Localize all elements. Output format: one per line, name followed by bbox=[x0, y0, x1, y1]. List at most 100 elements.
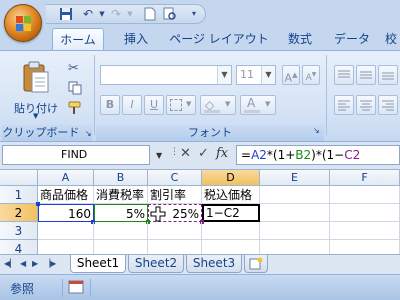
next-sheet-icon[interactable]: ▶ bbox=[32, 259, 38, 268]
align-center-icon[interactable] bbox=[356, 95, 376, 115]
column-header[interactable]: C bbox=[148, 170, 202, 186]
format-painter-icon[interactable] bbox=[67, 101, 83, 118]
sheet-tab-2[interactable]: Sheet2 bbox=[128, 255, 184, 273]
tab-review[interactable]: 校 bbox=[382, 28, 400, 50]
cell-b3[interactable] bbox=[94, 222, 148, 240]
chevron-down-icon: ▼ bbox=[265, 100, 271, 108]
redo-dropdown-icon[interactable]: ▼ bbox=[122, 7, 138, 21]
align-bottom-icon[interactable] bbox=[378, 65, 398, 85]
cell-d2-active[interactable]: 1−C2 bbox=[202, 204, 260, 222]
paste-button[interactable]: 貼り付け ▼ bbox=[8, 57, 62, 121]
cell-e1[interactable] bbox=[260, 186, 330, 204]
separator-dots-icon: ⋮ bbox=[170, 147, 179, 157]
shrink-font-icon[interactable]: A▼ bbox=[302, 65, 320, 85]
column-header[interactable]: A bbox=[38, 170, 94, 186]
font-group-label: フォント bbox=[96, 125, 324, 141]
cell-d1[interactable]: 税込価格 bbox=[202, 186, 260, 204]
ribbon: 貼り付け ▼ ✂ クリップボード ↘ ▼ 11 ▼ A▲ A▼ B I U ▼ … bbox=[0, 50, 400, 142]
range-handle-a2[interactable] bbox=[36, 202, 40, 206]
bold-button[interactable]: B bbox=[100, 95, 120, 115]
cell-e2[interactable] bbox=[260, 204, 330, 222]
sheet-tab-3[interactable]: Sheet3 bbox=[186, 255, 242, 273]
cancel-icon[interactable]: ✕ bbox=[180, 146, 191, 161]
align-left-icon[interactable] bbox=[334, 95, 354, 115]
fill-color-swatch bbox=[204, 110, 220, 113]
status-separator bbox=[62, 279, 63, 297]
cell-f3[interactable] bbox=[330, 222, 400, 240]
office-button[interactable] bbox=[4, 4, 42, 42]
new-document-icon[interactable] bbox=[142, 7, 158, 21]
prev-sheet-icon[interactable]: ◀ bbox=[20, 259, 26, 268]
sheet-tab-1[interactable]: Sheet1 bbox=[70, 255, 126, 273]
formula-part: )*(1− bbox=[311, 148, 345, 162]
cell-e3[interactable] bbox=[260, 222, 330, 240]
tab-data[interactable]: データ bbox=[330, 28, 374, 50]
cell-a2[interactable]: 160 bbox=[38, 204, 94, 222]
office-logo-icon bbox=[16, 16, 32, 32]
font-color-button[interactable]: A ▼ bbox=[240, 95, 276, 115]
cell-a3[interactable] bbox=[38, 222, 94, 240]
paste-dropdown-icon: ▼ bbox=[33, 112, 39, 120]
cell-c1[interactable]: 割引率 bbox=[148, 186, 202, 204]
macro-record-icon[interactable] bbox=[68, 280, 84, 297]
cut-icon[interactable]: ✂ bbox=[68, 61, 79, 76]
align-top-icon[interactable] bbox=[334, 65, 354, 85]
cell-c3[interactable] bbox=[148, 222, 202, 240]
cell-b2[interactable]: 5% bbox=[94, 204, 148, 222]
grow-font-icon[interactable]: A▲ bbox=[282, 65, 300, 85]
fill-color-button[interactable]: ◇ ▼ bbox=[200, 95, 236, 115]
row-header[interactable]: 3 bbox=[0, 222, 38, 240]
cell-f2[interactable] bbox=[330, 204, 400, 222]
font-color-icon: A bbox=[247, 96, 256, 110]
status-separator bbox=[90, 279, 91, 297]
chevron-down-icon[interactable]: ▼ bbox=[217, 66, 231, 84]
borders-button[interactable]: ▼ bbox=[166, 95, 196, 115]
row-header[interactable]: 2 bbox=[0, 204, 38, 222]
copy-icon[interactable] bbox=[68, 81, 82, 98]
status-bar: 参照 bbox=[0, 274, 400, 300]
formula-input[interactable]: =A2*(1+B2)*(1−C2 bbox=[236, 145, 400, 165]
column-header[interactable]: E bbox=[260, 170, 330, 186]
insert-sheet-button[interactable] bbox=[244, 255, 268, 273]
column-header[interactable]: B bbox=[94, 170, 148, 186]
row-header[interactable]: 1 bbox=[0, 186, 38, 204]
formula-ref-b2: B2 bbox=[295, 148, 312, 162]
underline-button[interactable]: U bbox=[144, 95, 164, 115]
cell-f1[interactable] bbox=[330, 186, 400, 204]
worksheet-grid[interactable]: A B C D E F 1 2 3 4 商品価格 消費税率 割引率 税込価格 1… bbox=[0, 170, 400, 258]
insert-function-icon[interactable]: fx bbox=[216, 146, 228, 161]
print-preview-icon[interactable] bbox=[162, 7, 178, 21]
customize-qat-icon[interactable]: ▾ bbox=[186, 7, 202, 21]
clipboard-icon bbox=[22, 60, 50, 97]
align-right-icon[interactable] bbox=[378, 95, 398, 115]
column-header[interactable]: F bbox=[330, 170, 400, 186]
select-all-corner[interactable] bbox=[0, 170, 38, 186]
italic-button[interactable]: I bbox=[122, 95, 142, 115]
chevron-down-icon[interactable]: ▼ bbox=[261, 66, 275, 84]
font-size-combo[interactable]: 11 ▼ bbox=[236, 65, 276, 85]
formula-bar: FIND ▼ ⋮ ✕ ✓ fx =A2*(1+B2)*(1−C2 bbox=[0, 142, 400, 170]
align-middle-icon[interactable] bbox=[356, 65, 376, 85]
name-box[interactable]: FIND bbox=[2, 145, 150, 165]
save-icon[interactable] bbox=[58, 7, 74, 21]
formula-part: *(1+ bbox=[266, 148, 296, 162]
column-header[interactable]: D bbox=[202, 170, 260, 186]
enter-icon[interactable]: ✓ bbox=[198, 146, 209, 161]
dialog-launcher-icon[interactable]: ↘ bbox=[313, 126, 320, 135]
last-sheet-icon[interactable]: ▕▶ bbox=[44, 259, 56, 268]
chevron-down-icon[interactable]: ▼ bbox=[156, 151, 162, 160]
formula-buttons: ⋮ ✕ ✓ fx bbox=[168, 146, 236, 164]
group-separator bbox=[94, 55, 95, 135]
dialog-launcher-icon[interactable]: ↘ bbox=[85, 129, 92, 138]
cell-d3[interactable] bbox=[202, 222, 260, 240]
tab-formulas[interactable]: 数式 bbox=[280, 28, 320, 50]
sheet-tab-bar: ◀▏ ◀ ▶ ▕▶ Sheet1 Sheet2 Sheet3 bbox=[0, 254, 400, 274]
cell-a1[interactable]: 商品価格 bbox=[38, 186, 94, 204]
cell-b1[interactable]: 消費税率 bbox=[94, 186, 148, 204]
tab-home[interactable]: ホーム bbox=[52, 28, 104, 50]
tab-page-layout[interactable]: ページ レイアウト bbox=[166, 28, 272, 50]
formula-part: = bbox=[241, 148, 252, 162]
tab-insert[interactable]: 挿入 bbox=[116, 28, 156, 50]
first-sheet-icon[interactable]: ◀▏ bbox=[4, 259, 16, 268]
font-name-combo[interactable]: ▼ bbox=[100, 65, 232, 85]
